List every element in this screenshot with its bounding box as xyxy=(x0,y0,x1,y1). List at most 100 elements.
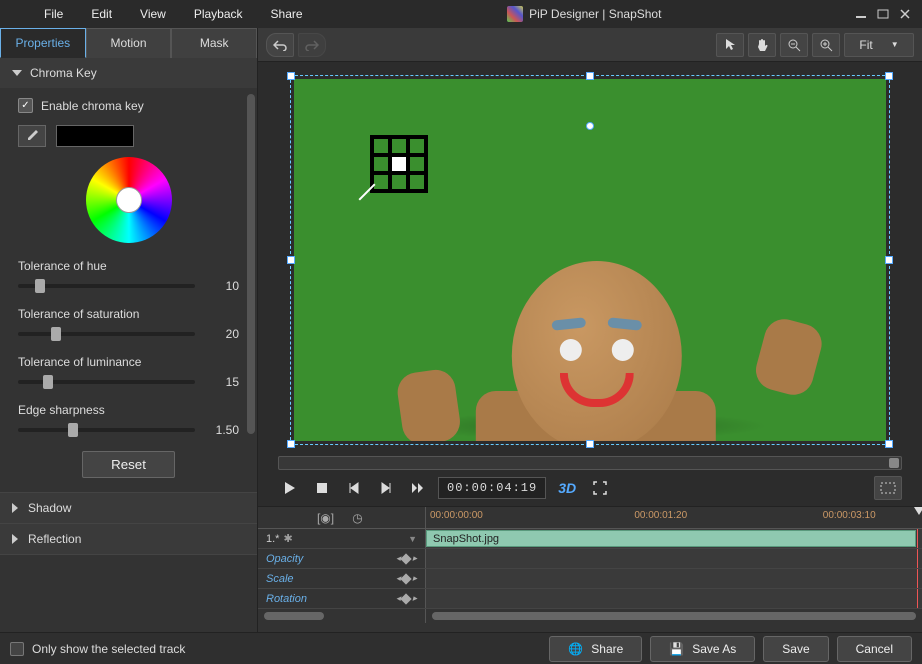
fast-forward-button[interactable] xyxy=(406,476,430,500)
footer: Only show the selected track 🌐Share 💾Sav… xyxy=(0,632,922,664)
hue-tolerance-value: 10 xyxy=(205,279,239,293)
3d-toggle[interactable]: 3D xyxy=(554,480,580,496)
timeline-v-scroll[interactable] xyxy=(264,612,324,620)
zoom-out-button[interactable] xyxy=(780,33,808,57)
keyframe-controls[interactable]: ◂▸ xyxy=(396,573,417,584)
edge-sharpness-slider[interactable] xyxy=(18,428,195,432)
timeline-clip[interactable]: SnapShot.jpg xyxy=(426,530,916,547)
play-icon xyxy=(283,481,297,495)
chevron-down-icon xyxy=(12,70,22,76)
undo-icon xyxy=(273,39,287,51)
tab-motion[interactable]: Motion xyxy=(86,28,172,58)
edge-sharpness-value: 1.50 xyxy=(205,423,239,437)
play-button[interactable] xyxy=(278,476,302,500)
reset-button[interactable]: Reset xyxy=(82,451,175,478)
resize-handle[interactable] xyxy=(287,72,295,80)
hand-icon xyxy=(755,38,769,52)
undo-button[interactable] xyxy=(266,33,294,57)
chevron-right-icon xyxy=(12,503,18,513)
next-frame-icon xyxy=(380,482,392,494)
save-button[interactable]: Save xyxy=(763,636,828,662)
time-ruler[interactable]: 00:00:00:00 00:00:01:20 00:00:03:10 xyxy=(426,507,922,528)
app-icon xyxy=(507,6,523,22)
rotate-handle[interactable] xyxy=(586,122,594,130)
resize-handle[interactable] xyxy=(885,440,893,448)
track-scale[interactable]: Scale ◂▸ xyxy=(258,569,426,588)
track-header[interactable]: 1.*✱ ▼ xyxy=(258,529,426,548)
minimize-button[interactable] xyxy=(852,7,870,21)
resize-handle[interactable] xyxy=(287,256,295,264)
resize-handle[interactable] xyxy=(885,256,893,264)
pan-tool[interactable] xyxy=(748,33,776,57)
eyedropper-sampler[interactable] xyxy=(370,135,428,193)
sat-tolerance-slider[interactable] xyxy=(18,332,195,336)
color-wheel[interactable] xyxy=(86,157,172,243)
menu-view[interactable]: View xyxy=(126,3,180,25)
edge-sharpness-label: Edge sharpness xyxy=(18,403,239,417)
safe-zone-icon xyxy=(880,482,896,494)
tab-mask[interactable]: Mask xyxy=(171,28,257,58)
lum-tolerance-label: Tolerance of luminance xyxy=(18,355,239,369)
track-opacity[interactable]: Opacity ◂▸ xyxy=(258,549,426,568)
only-show-track-checkbox[interactable] xyxy=(10,642,24,656)
sample-grid-icon xyxy=(370,135,428,193)
cancel-button[interactable]: Cancel xyxy=(837,636,912,662)
fullscreen-icon xyxy=(593,481,607,495)
color-swatch[interactable] xyxy=(56,125,134,147)
preview-canvas[interactable] xyxy=(290,75,890,445)
track-rotation[interactable]: Rotation ◂▸ xyxy=(258,589,426,608)
enable-chroma-label: Enable chroma key xyxy=(41,99,144,113)
menu-playback[interactable]: Playback xyxy=(180,3,257,25)
pointer-icon xyxy=(724,38,736,52)
lum-tolerance-slider[interactable] xyxy=(18,380,195,384)
fullscreen-button[interactable] xyxy=(588,476,612,500)
panel-scrollbar[interactable] xyxy=(247,94,255,434)
save-as-button[interactable]: 💾Save As xyxy=(650,636,755,662)
resize-handle[interactable] xyxy=(885,72,893,80)
preview-scrubber[interactable] xyxy=(278,456,902,470)
fast-forward-icon xyxy=(411,482,425,494)
next-frame-button[interactable] xyxy=(374,476,398,500)
timeline-h-scroll[interactable] xyxy=(432,612,916,620)
eyedropper-button[interactable] xyxy=(18,125,46,147)
stop-icon xyxy=(316,482,328,494)
timecode-display[interactable]: 00:00:04:19 xyxy=(438,477,546,499)
tab-properties[interactable]: Properties xyxy=(0,28,86,58)
zoom-dropdown[interactable]: Fit ▼ xyxy=(844,33,914,57)
keyframe-view-icon[interactable]: [◉] xyxy=(319,511,333,525)
selection-box[interactable] xyxy=(290,75,890,445)
save-icon: 💾 xyxy=(669,642,684,656)
globe-icon: 🌐 xyxy=(568,642,583,656)
redo-icon xyxy=(305,39,319,51)
menu-file[interactable]: File xyxy=(30,3,77,25)
pointer-tool[interactable] xyxy=(716,33,744,57)
section-shadow[interactable]: Shadow xyxy=(0,493,257,523)
close-button[interactable] xyxy=(896,7,914,21)
hue-tolerance-label: Tolerance of hue xyxy=(18,259,239,273)
section-chroma-key[interactable]: Chroma Key xyxy=(0,58,257,88)
resize-handle[interactable] xyxy=(586,72,594,80)
properties-panel: Properties Motion Mask Chroma Key ✓ Enab… xyxy=(0,28,258,632)
keyframe-controls[interactable]: ◂▸ xyxy=(396,593,417,604)
share-button[interactable]: 🌐Share xyxy=(549,636,642,662)
redo-button[interactable] xyxy=(298,33,326,57)
playhead[interactable] xyxy=(912,507,922,528)
hue-tolerance-slider[interactable] xyxy=(18,284,195,288)
enable-chroma-checkbox[interactable]: ✓ xyxy=(18,98,33,113)
section-reflection[interactable]: Reflection xyxy=(0,524,257,554)
resize-handle[interactable] xyxy=(586,440,594,448)
zoom-in-button[interactable] xyxy=(812,33,840,57)
chevron-down-icon: ▼ xyxy=(891,40,899,49)
clock-icon[interactable]: ◷ xyxy=(351,511,365,525)
prev-frame-button[interactable] xyxy=(342,476,366,500)
safe-zone-button[interactable] xyxy=(874,476,902,500)
menu-share[interactable]: Share xyxy=(257,3,317,25)
window-title: PiP Designer | SnapShot xyxy=(317,6,852,22)
maximize-button[interactable] xyxy=(874,7,892,21)
stop-button[interactable] xyxy=(310,476,334,500)
only-show-track-label: Only show the selected track xyxy=(32,642,185,656)
menu-edit[interactable]: Edit xyxy=(77,3,126,25)
preview-area xyxy=(258,62,922,452)
keyframe-controls[interactable]: ◂▸ xyxy=(396,553,417,564)
resize-handle[interactable] xyxy=(287,440,295,448)
